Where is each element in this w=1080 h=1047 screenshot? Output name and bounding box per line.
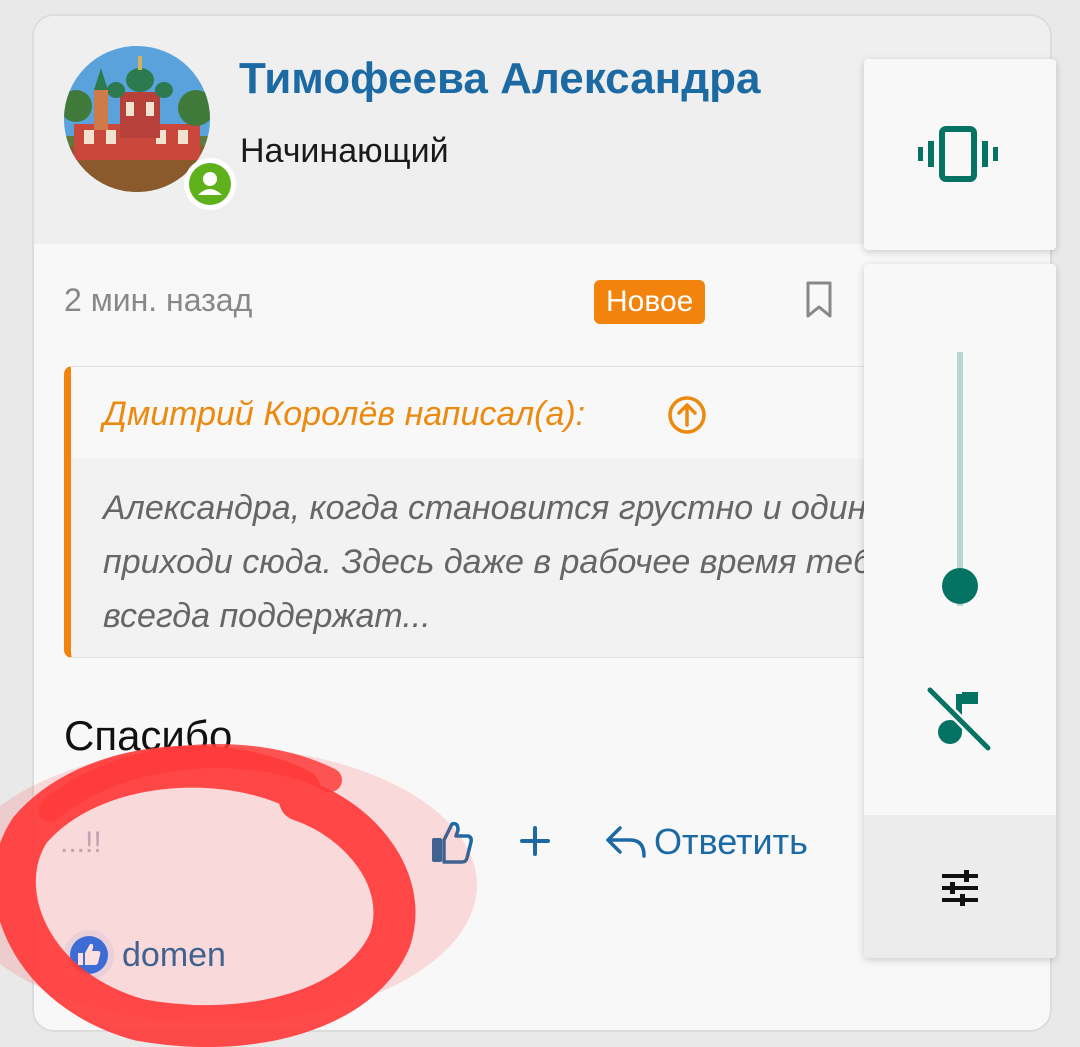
vibrate-toggle[interactable]	[864, 59, 1056, 250]
author-rank: Начинающий	[240, 132, 449, 170]
obscured-text: ...!!	[60, 826, 102, 859]
author-name[interactable]: Тимофеева Александра	[239, 54, 761, 104]
new-badge: Новое	[594, 280, 706, 324]
reactions-bar[interactable]: domen	[64, 930, 226, 980]
tune-icon	[942, 870, 978, 906]
reaction-user[interactable]: domen	[122, 936, 226, 975]
quote-up-arrow-icon[interactable]	[667, 395, 707, 435]
reply-icon	[606, 826, 646, 858]
post-message: Спасибо	[64, 712, 233, 759]
quote-author[interactable]: Дмитрий Королёв написал(а):	[103, 395, 585, 434]
quote-text: Александра, когда становится грустно и о…	[103, 489, 930, 635]
reply-button[interactable]: Ответить	[604, 820, 808, 864]
bookmark-icon[interactable]	[804, 280, 834, 320]
reply-label: Ответить	[654, 821, 808, 862]
online-status-icon	[184, 158, 236, 210]
post-time[interactable]: 2 мин. назад	[64, 282, 252, 319]
sound-settings-button[interactable]	[864, 815, 1056, 958]
volume-panel	[864, 264, 1056, 958]
music-off-icon[interactable]	[924, 684, 996, 756]
volume-slider-thumb[interactable]	[942, 567, 978, 604]
reaction-like-icon	[64, 930, 114, 980]
vibrate-icon	[918, 126, 998, 182]
plus-icon[interactable]	[518, 824, 552, 858]
like-icon[interactable]	[430, 818, 474, 866]
